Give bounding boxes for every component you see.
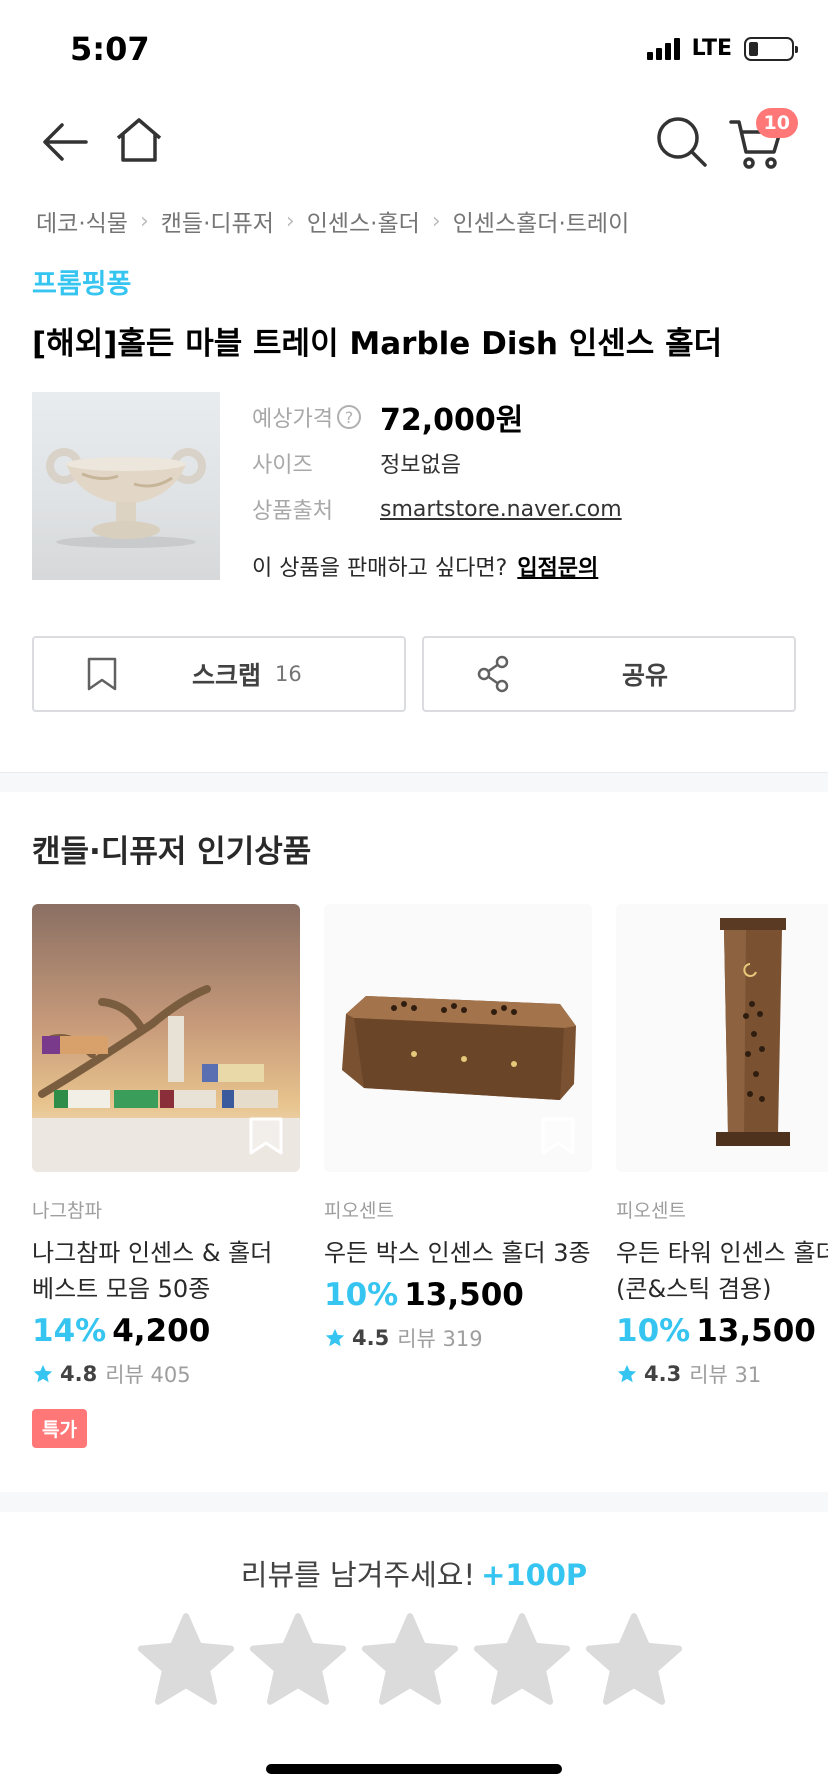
product-title: [해외]홀든 마블 트레이 Marble Dish 인센스 홀더	[32, 326, 723, 362]
card-rating: 4.3 리뷰 31	[616, 1359, 828, 1389]
bookmark-icon[interactable]	[248, 1116, 284, 1156]
back-arrow-icon[interactable]	[40, 120, 90, 164]
share-label: 공유	[622, 661, 669, 690]
product-card-image	[616, 904, 828, 1172]
card-name-line: (콘&스틱 겸용)	[616, 1275, 772, 1303]
card-name-line: 베스트 모음 50종	[32, 1275, 211, 1303]
marble-dish-illustration	[46, 448, 206, 548]
bookmark-icon[interactable]	[540, 1116, 576, 1156]
scrap-label: 스크랩	[192, 661, 262, 690]
section-divider	[0, 1492, 828, 1512]
review-count: 리뷰 31	[689, 1363, 762, 1387]
rating-score: 4.5	[352, 1326, 390, 1350]
card-name-line: 나그참파 인센스 & 홀더	[32, 1239, 273, 1267]
breadcrumb-item[interactable]: 인센스·홀더	[307, 204, 420, 238]
star-icon	[33, 1364, 53, 1383]
search-icon[interactable]	[654, 114, 710, 170]
review-points: +100P	[481, 1558, 588, 1592]
card-rating: 4.5 리뷰 319	[324, 1323, 592, 1353]
source-row: 상품출처 smartstore.naver.com	[252, 486, 622, 532]
breadcrumb: 데코·식물 › 캔들·디퓨저 › 인센스·홀더 › 인센스홀더·트레이	[36, 204, 629, 238]
chevron-right-icon: ›	[431, 208, 441, 234]
section-divider	[0, 772, 828, 792]
chevron-right-icon: ›	[139, 208, 149, 234]
share-icon	[477, 655, 509, 693]
size-value: 정보없음	[380, 453, 461, 478]
review-count: 리뷰 319	[397, 1327, 483, 1351]
scrap-button[interactable]: 스크랩 16	[32, 636, 406, 712]
battery-icon	[744, 36, 798, 61]
home-indicator	[266, 1764, 562, 1774]
source-link[interactable]: smartstore.naver.com	[380, 497, 622, 522]
sale-price: 13,500	[404, 1277, 524, 1313]
star-icon[interactable]	[584, 1612, 684, 1708]
size-row: 사이즈 정보없음	[252, 440, 622, 486]
card-price: 10% 13,500	[616, 1313, 828, 1349]
home-icon[interactable]	[114, 116, 164, 164]
card-name-line: 우든 타워 인센스 홀더	[616, 1239, 828, 1267]
sale-price: 4,200	[112, 1313, 211, 1349]
help-icon[interactable]: ?	[336, 405, 361, 429]
popular-section-title: 캔들·디퓨저 인기상품	[32, 834, 312, 870]
product-card-image	[324, 904, 592, 1172]
star-icon[interactable]	[472, 1612, 572, 1708]
card-brand: 나그참파	[32, 1200, 102, 1222]
size-label: 사이즈	[252, 453, 313, 478]
wooden-tower-illustration	[716, 918, 790, 1146]
inquiry-link[interactable]: 입점문의	[517, 556, 598, 581]
discount-rate: 14%	[32, 1313, 107, 1349]
review-prompt: 리뷰를 남겨주세요! +100P	[0, 1552, 828, 1594]
product-image[interactable]	[32, 392, 220, 580]
card-rating: 4.8 리뷰 405	[32, 1359, 300, 1389]
source-label: 상품출처	[252, 499, 333, 524]
product-price: 72,000원	[380, 403, 524, 438]
status-time: 5:07	[70, 30, 150, 68]
card-product-name: 우든 타워 인센스 홀더 (콘&스틱 겸용)	[616, 1235, 828, 1307]
card-brand: 피오센트	[324, 1200, 394, 1222]
status-indicators: LTE	[646, 36, 798, 61]
price-label: 예상가격	[252, 407, 333, 432]
chevron-right-icon: ›	[285, 208, 295, 234]
star-icon[interactable]	[136, 1612, 236, 1708]
star-icon	[617, 1364, 637, 1383]
card-product-name: 나그참파 인센스 & 홀더 베스트 모음 50종	[32, 1235, 300, 1307]
breadcrumb-item[interactable]: 데코·식물	[36, 204, 128, 238]
card-price: 10% 13,500	[324, 1277, 592, 1313]
special-price-badge: 특가	[32, 1409, 87, 1448]
seller-inquiry: 이 상품을 판매하고 싶다면? 입점문의	[252, 550, 598, 582]
discount-rate: 10%	[324, 1277, 399, 1313]
price-row: 예상가격? 72,000원	[252, 394, 622, 440]
share-button[interactable]: 공유	[422, 636, 796, 712]
rating-stars	[136, 1612, 684, 1708]
cart-count-badge: 10	[755, 108, 798, 138]
discount-rate: 10%	[616, 1313, 691, 1349]
card-brand: 피오센트	[616, 1200, 686, 1222]
rating-score: 4.3	[644, 1362, 682, 1386]
product-info: 예상가격? 72,000원 사이즈 정보없음 상품출처 smartstore.n…	[252, 394, 622, 532]
signal-icon	[646, 37, 680, 60]
review-count: 리뷰 405	[105, 1363, 191, 1387]
product-card[interactable]: 나그참파 나그참파 인센스 & 홀더 베스트 모음 50종 14% 4,200 …	[32, 904, 300, 1448]
card-price: 14% 4,200	[32, 1313, 300, 1349]
card-product-name: 우든 박스 인센스 홀더 3종	[324, 1235, 592, 1271]
rating-score: 4.8	[60, 1362, 98, 1386]
review-prompt-text: 리뷰를 남겨주세요!	[240, 1558, 476, 1592]
top-nav: 10	[0, 96, 828, 192]
bookmark-icon	[87, 657, 117, 691]
brand-name[interactable]: 프롬핑퐁	[32, 262, 131, 301]
product-card[interactable]: 피오센트 우든 박스 인센스 홀더 3종 10% 13,500 4.5 리뷰 3…	[324, 904, 592, 1353]
product-card[interactable]: 피오센트 우든 타워 인센스 홀더 (콘&스틱 겸용) 10% 13,500 4…	[616, 904, 828, 1389]
sell-text: 이 상품을 판매하고 싶다면?	[252, 556, 508, 581]
sale-price: 13,500	[696, 1313, 816, 1349]
star-icon[interactable]	[360, 1612, 460, 1708]
scrap-count: 16	[275, 662, 302, 686]
star-icon[interactable]	[248, 1612, 348, 1708]
card-name-line: 우든 박스 인센스 홀더 3종	[324, 1239, 591, 1267]
star-icon	[325, 1328, 345, 1347]
network-type: LTE	[691, 36, 732, 61]
breadcrumb-item[interactable]: 캔들·디퓨저	[161, 204, 274, 238]
breadcrumb-item[interactable]: 인센스홀더·트레이	[453, 204, 630, 238]
product-card-image	[32, 904, 300, 1172]
status-bar: 5:07 LTE	[0, 0, 828, 96]
